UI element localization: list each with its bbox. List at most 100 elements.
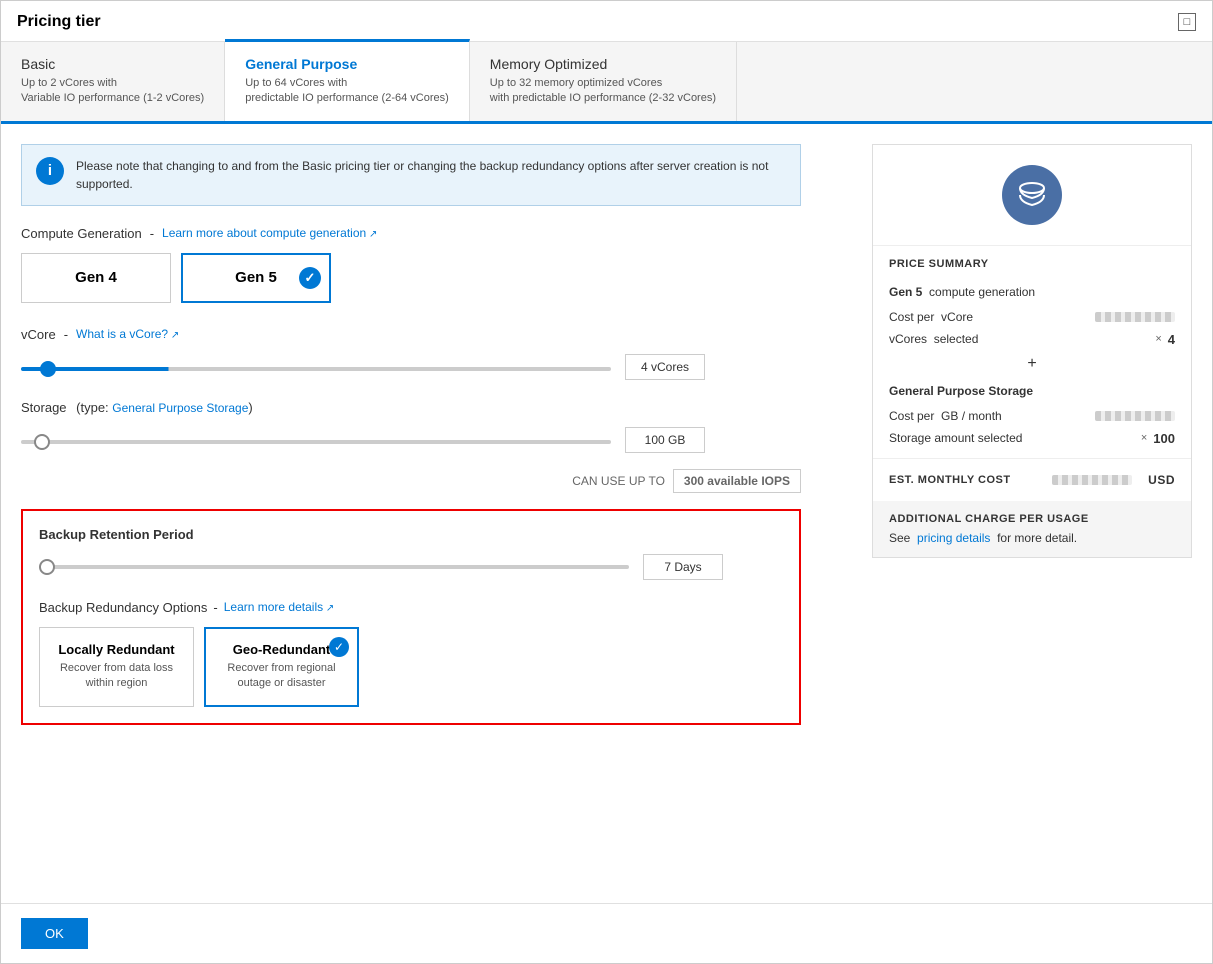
- storage-amount-label: Storage amount selected: [889, 431, 1022, 445]
- tab-basic-name: Basic: [21, 56, 204, 72]
- iops-row: CAN USE UP TO 300 available IOPS: [21, 469, 801, 493]
- locally-redundant-name: Locally Redundant: [58, 642, 174, 657]
- title-bar: Pricing tier □: [1, 1, 1212, 42]
- geo-redundant-desc: Recover from regionaloutage or disaster: [227, 661, 335, 692]
- cost-per-vcore-bold: vCore: [941, 310, 973, 324]
- storage-label: Storage (type: General Purpose Storage): [21, 400, 852, 415]
- est-monthly-redacted: [1052, 475, 1132, 485]
- price-gp-storage-title: General Purpose Storage: [873, 377, 1191, 405]
- storage-type-wrapper: (type: General Purpose Storage): [73, 400, 253, 415]
- geo-redundant-name: Geo-Redundant: [233, 642, 331, 657]
- cost-per-vcore-prefix: Cost per: [889, 310, 934, 324]
- iops-label: available IOPS: [707, 474, 790, 488]
- tab-mo-desc: Up to 32 memory optimized vCoreswith pre…: [490, 76, 716, 107]
- vcore-what-is-link[interactable]: What is a vCore?: [76, 327, 179, 341]
- tab-memory-optimized[interactable]: Memory Optimized Up to 32 memory optimiz…: [470, 42, 737, 121]
- storage-amount-value-area: × 100: [1141, 431, 1175, 446]
- geo-redundant-button[interactable]: Geo-Redundant Recover from regionaloutag…: [204, 627, 359, 707]
- backup-redundancy-section: Backup Redundancy Options - Learn more d…: [39, 600, 783, 707]
- vcores-selected-suffix: selected: [934, 332, 979, 346]
- locally-redundant-button[interactable]: Locally Redundant Recover from data loss…: [39, 627, 194, 707]
- pricing-tier-dialog: Pricing tier □ Basic Up to 2 vCores with…: [0, 0, 1213, 964]
- cost-per-vcore-label: Cost per vCore: [889, 310, 973, 324]
- vcore-label: vCore - What is a vCore?: [21, 327, 852, 342]
- main-content: i Please note that changing to and from …: [1, 124, 1212, 903]
- price-summary-title: PRICE SUMMARY: [873, 246, 1191, 278]
- vcore-section: vCore - What is a vCore? 4 vCores: [21, 327, 852, 380]
- left-panel: i Please note that changing to and from …: [21, 144, 852, 893]
- storage-slider-row: 100 GB: [21, 427, 852, 453]
- tab-basic[interactable]: Basic Up to 2 vCores withVariable IO per…: [1, 42, 225, 121]
- cost-per-vcore-redacted: [1095, 312, 1175, 322]
- compute-learn-more-link[interactable]: Learn more about compute generation: [162, 226, 377, 240]
- price-cost-per-gb-row: Cost per GB / month: [873, 405, 1191, 427]
- right-panel: PRICE SUMMARY Gen 5 compute generation C…: [872, 144, 1192, 558]
- storage-type-link[interactable]: General Purpose Storage: [112, 401, 248, 415]
- add-charge-text: See pricing details for more detail.: [889, 531, 1175, 545]
- gen-buttons: Gen 4 Gen 5 ✓: [21, 253, 852, 303]
- storage-value-box: 100 GB: [625, 427, 705, 453]
- compute-generation-section: Compute Generation - Learn more about co…: [21, 226, 852, 303]
- compute-label: Compute Generation - Learn more about co…: [21, 226, 852, 241]
- vcore-dash: -: [64, 327, 68, 342]
- info-banner: i Please note that changing to and from …: [21, 144, 801, 206]
- tab-mo-name: Memory Optimized: [490, 56, 716, 72]
- backup-slider-row: 7 Days: [39, 554, 783, 580]
- vcores-value: 4: [1168, 332, 1175, 347]
- storage-label-text: Storage: [21, 400, 67, 415]
- footer: OK: [1, 903, 1212, 963]
- price-divider: [873, 458, 1191, 459]
- cost-per-gb-bold: GB / month: [941, 409, 1002, 423]
- price-storage-amount-row: Storage amount selected × 100: [873, 427, 1191, 450]
- price-plus: +: [873, 351, 1191, 377]
- ok-button[interactable]: OK: [21, 918, 88, 949]
- geo-redundant-check-icon: ✓: [329, 637, 349, 657]
- pricing-details-link[interactable]: pricing details: [917, 531, 990, 545]
- locally-redundant-desc: Recover from data losswithin region: [60, 661, 173, 692]
- storage-section: Storage (type: General Purpose Storage) …: [21, 400, 852, 453]
- compute-label-text: Compute Generation: [21, 226, 142, 241]
- price-icon-area: [873, 145, 1191, 246]
- backup-redundancy-dash: -: [213, 600, 217, 615]
- price-cost-per-vcore-row: Cost per vCore: [873, 306, 1191, 328]
- tab-gp-desc: Up to 64 vCores withpredictable IO perfo…: [245, 76, 449, 107]
- storage-x: ×: [1141, 432, 1147, 444]
- est-monthly-value: USD: [1052, 473, 1175, 487]
- storage-slider-container: [21, 432, 611, 447]
- info-text: Please note that changing to and from th…: [76, 157, 786, 193]
- price-gen-row: Gen 5 compute generation: [873, 278, 1191, 306]
- gen4-label: Gen 4: [75, 269, 117, 286]
- price-gen-label: Gen 5: [889, 285, 922, 299]
- backup-redundancy-label: Backup Redundancy Options - Learn more d…: [39, 600, 783, 615]
- vcore-slider[interactable]: [21, 367, 611, 371]
- vcores-selected-bold: vCores: [889, 332, 927, 346]
- additional-charge-section: ADDITIONAL CHARGE PER USAGE See pricing …: [873, 501, 1191, 557]
- backup-retention-title: Backup Retention Period: [39, 527, 783, 542]
- price-vcores-selected-row: vCores selected × 4: [873, 328, 1191, 351]
- vcore-value-box: 4 vCores: [625, 354, 705, 380]
- est-monthly-label: EST. MONTHLY COST: [889, 474, 1011, 486]
- info-icon: i: [36, 157, 64, 185]
- storage-slider[interactable]: [21, 440, 611, 444]
- close-button[interactable]: □: [1178, 13, 1196, 31]
- compute-dash: -: [150, 226, 154, 241]
- price-gen-suffix: compute generation: [929, 285, 1035, 299]
- tab-basic-desc: Up to 2 vCores withVariable IO performan…: [21, 76, 204, 107]
- tab-general-purpose[interactable]: General Purpose Up to 64 vCores withpred…: [225, 39, 470, 121]
- backup-redundancy-link[interactable]: Learn more details: [224, 600, 335, 614]
- gen5-label: Gen 5: [235, 269, 277, 286]
- tab-gp-name: General Purpose: [245, 56, 449, 72]
- gen5-button[interactable]: Gen 5 ✓: [181, 253, 331, 303]
- iops-value: 300 available IOPS: [673, 469, 801, 493]
- gen4-button[interactable]: Gen 4: [21, 253, 171, 303]
- redundancy-buttons: Locally Redundant Recover from data loss…: [39, 627, 783, 707]
- iops-can-use: CAN USE UP TO: [572, 474, 665, 488]
- backup-slider-container: [39, 557, 629, 577]
- backup-value-box: 7 Days: [643, 554, 723, 580]
- iops-number: 300: [684, 474, 704, 488]
- gp-storage-title: General Purpose Storage: [889, 384, 1033, 398]
- vcore-label-text: vCore: [21, 327, 56, 342]
- cost-per-gb-label: Cost per GB / month: [889, 409, 1002, 423]
- storage-value: 100: [1153, 431, 1175, 446]
- backup-retention-slider[interactable]: [39, 565, 629, 569]
